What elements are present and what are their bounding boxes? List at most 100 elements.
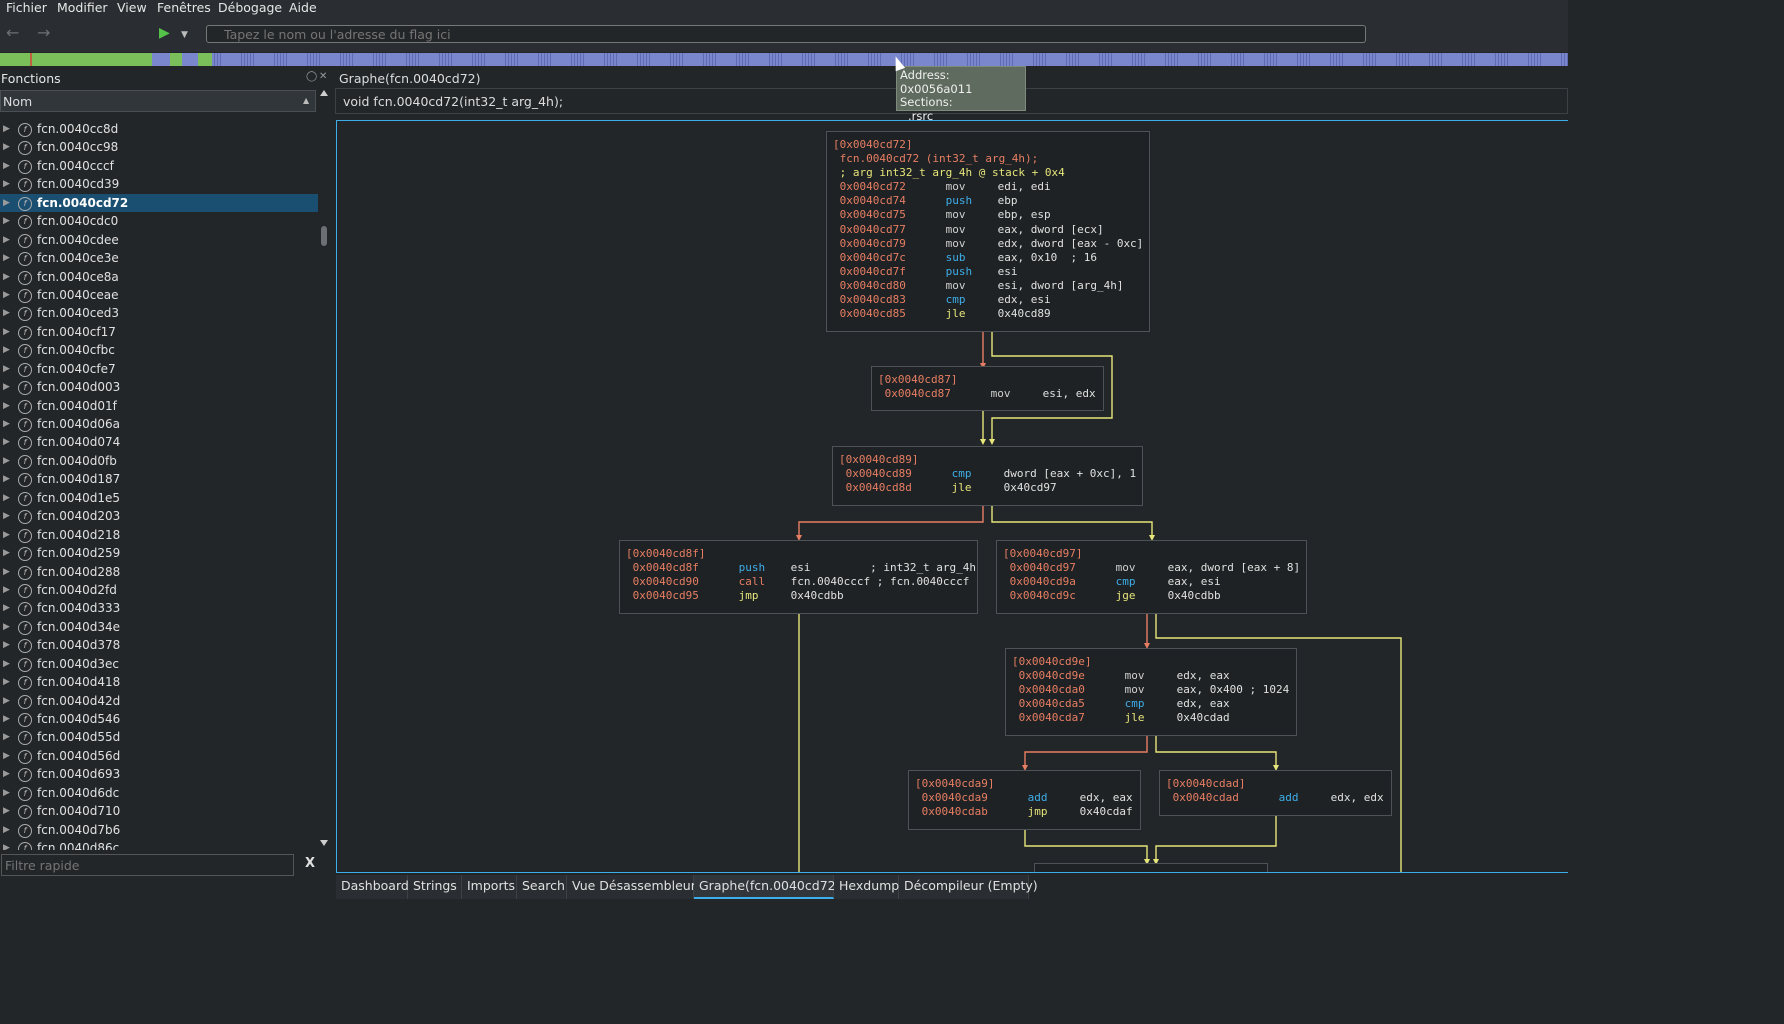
expand-arrow-icon[interactable]: ▶: [3, 175, 10, 193]
instr-operands[interactable]: eax, 0x10 ; 16: [998, 251, 1097, 264]
expand-arrow-icon[interactable]: ▶: [3, 765, 10, 783]
expand-arrow-icon[interactable]: ▶: [3, 563, 10, 581]
instr-mnemonic[interactable]: cmp: [1116, 575, 1168, 589]
instr-mnemonic[interactable]: jle: [946, 307, 998, 321]
instr-address[interactable]: 0x0040cd8f: [633, 561, 699, 574]
expand-arrow-icon[interactable]: ▶: [3, 286, 10, 304]
function-list-item[interactable]: ▶ f fcn.0040d693: [0, 765, 318, 783]
instr-address[interactable]: 0x0040cda7: [1019, 711, 1085, 724]
function-list-item[interactable]: ▶ f fcn.0040cfe7: [0, 360, 318, 378]
instr-address[interactable]: 0x0040cd87: [885, 387, 951, 400]
instr-address[interactable]: 0x0040cd72: [840, 180, 906, 193]
instr-operands[interactable]: edx, dword [eax - 0xc]: [998, 237, 1144, 250]
instr-address[interactable]: 0x0040cd9e: [1019, 669, 1085, 682]
function-list-item[interactable]: ▶ f fcn.0040cdc0: [0, 212, 318, 230]
function-list-item[interactable]: ▶ f fcn.0040d218: [0, 526, 318, 544]
expand-arrow-icon[interactable]: ▶: [3, 231, 10, 249]
function-list-item[interactable]: ▶ f fcn.0040cdee: [0, 231, 318, 249]
function-list-item[interactable]: ▶ f fcn.0040cd72: [0, 193, 318, 213]
menu-edit[interactable]: Modifier: [57, 0, 108, 15]
instr-operands[interactable]: edi, edi: [998, 180, 1051, 193]
menu-help[interactable]: Aide: [289, 0, 317, 15]
function-list-item[interactable]: ▶ f fcn.0040d203: [0, 507, 318, 525]
forward-icon[interactable]: →: [37, 23, 50, 43]
instr-address[interactable]: 0x0040cd7c: [840, 251, 906, 264]
function-list-item[interactable]: ▶ f fcn.0040cc98: [0, 138, 318, 156]
quick-filter-input[interactable]: [1, 854, 294, 876]
expand-arrow-icon[interactable]: ▶: [3, 673, 10, 691]
function-list-item[interactable]: ▶ f fcn.0040d378: [0, 636, 318, 654]
function-list-item[interactable]: ▶ f fcn.0040d187: [0, 470, 318, 488]
graph-block[interactable]: [0x0040cdad] 0x0040cdad add edx, edx: [1159, 770, 1392, 816]
graph-block[interactable]: [0x0040cd89] 0x0040cd89 cmp dword [eax + …: [832, 446, 1143, 506]
expand-arrow-icon[interactable]: ▶: [3, 194, 10, 212]
function-list-item[interactable]: ▶ f fcn.0040d6dc: [0, 784, 318, 802]
expand-arrow-icon[interactable]: ▶: [3, 784, 10, 802]
instr-mnemonic[interactable]: mov: [946, 180, 998, 194]
expand-arrow-icon[interactable]: ▶: [3, 581, 10, 599]
function-list-item[interactable]: ▶ f fcn.0040d7b6: [0, 821, 318, 839]
instr-operands[interactable]: edx, eax: [1080, 791, 1133, 804]
instr-address[interactable]: 0x0040cd83: [840, 293, 906, 306]
expand-arrow-icon[interactable]: ▶: [3, 433, 10, 451]
instr-address[interactable]: 0x0040cd95: [633, 589, 699, 602]
tab-hexdump[interactable]: Hexdump: [834, 875, 899, 899]
function-list-item[interactable]: ▶ f fcn.0040cc8d: [0, 120, 318, 138]
instr-operands[interactable]: eax, dword [ecx]: [998, 223, 1104, 236]
expand-arrow-icon[interactable]: ▶: [3, 507, 10, 525]
instr-operands[interactable]: 0x40cdaf: [1080, 805, 1133, 818]
function-list-item[interactable]: ▶ f fcn.0040d259: [0, 544, 318, 562]
close-icon[interactable]: ✕: [319, 71, 327, 82]
instr-address[interactable]: 0x0040cd85: [840, 307, 906, 320]
instr-operands[interactable]: edx, eax: [1177, 669, 1230, 682]
instr-operands[interactable]: edx, eax: [1177, 697, 1230, 710]
instr-operands[interactable]: ebp: [998, 194, 1018, 207]
instr-operands[interactable]: edx, esi: [998, 293, 1051, 306]
instr-mnemonic[interactable]: cmp: [952, 467, 1004, 481]
expand-arrow-icon[interactable]: ▶: [3, 692, 10, 710]
function-list-item[interactable]: ▶ f fcn.0040ce8a: [0, 268, 318, 286]
instr-address[interactable]: 0x0040cd90: [633, 575, 699, 588]
graph-block[interactable]: [0x0040cd97] 0x0040cd97 mov eax, dword [e…: [996, 540, 1307, 614]
function-list-item[interactable]: ▶ f fcn.0040d546: [0, 710, 318, 728]
menu-view[interactable]: View: [117, 0, 147, 15]
function-list-item[interactable]: ▶ f fcn.0040d074: [0, 433, 318, 451]
instr-operands[interactable]: edx, edx: [1331, 791, 1384, 804]
instr-operands[interactable]: esi, dword [arg_4h]: [998, 279, 1124, 292]
function-list-item[interactable]: ▶ f fcn.0040cd39: [0, 175, 318, 193]
instr-mnemonic[interactable]: cmp: [1125, 697, 1177, 711]
function-list-item[interactable]: ▶ f fcn.0040ce3e: [0, 249, 318, 267]
instr-address[interactable]: 0x0040cd97: [1010, 561, 1076, 574]
instr-operands[interactable]: 0x40cdad: [1177, 711, 1230, 724]
instr-address[interactable]: 0x0040cda0: [1019, 683, 1085, 696]
instr-operands[interactable]: esi: [998, 265, 1018, 278]
function-list-item[interactable]: ▶ f fcn.0040d34e: [0, 618, 318, 636]
instr-operands[interactable]: eax, esi: [1168, 575, 1221, 588]
instr-mnemonic[interactable]: push: [739, 561, 791, 575]
expand-arrow-icon[interactable]: ▶: [3, 489, 10, 507]
tab-imports[interactable]: Imports: [462, 875, 517, 899]
instr-mnemonic[interactable]: add: [1028, 791, 1080, 805]
expand-arrow-icon[interactable]: ▶: [3, 378, 10, 396]
instr-mnemonic[interactable]: mov: [946, 279, 998, 293]
instr-address[interactable]: 0x0040cd9a: [1010, 575, 1076, 588]
expand-arrow-icon[interactable]: ▶: [3, 360, 10, 378]
function-list-item[interactable]: ▶ f fcn.0040d86c: [0, 839, 318, 850]
expand-arrow-icon[interactable]: ▶: [3, 636, 10, 654]
instr-mnemonic[interactable]: mov: [991, 387, 1043, 401]
function-list-item[interactable]: ▶ f fcn.0040d418: [0, 673, 318, 691]
flag-search-input[interactable]: [206, 25, 1366, 43]
instr-operands[interactable]: dword [eax + 0xc], 1: [1004, 467, 1136, 480]
instr-operands[interactable]: eax, 0x400 ; 1024: [1177, 683, 1290, 696]
instr-operands[interactable]: esi, edx: [1043, 387, 1096, 400]
function-list-item[interactable]: ▶ f fcn.0040d3ec: [0, 655, 318, 673]
expand-arrow-icon[interactable]: ▶: [3, 802, 10, 820]
menu-debug[interactable]: Débogage: [218, 0, 282, 15]
instr-mnemonic[interactable]: mov: [946, 223, 998, 237]
expand-arrow-icon[interactable]: ▶: [3, 839, 10, 850]
instr-mnemonic[interactable]: jge: [1116, 589, 1168, 603]
function-list-item[interactable]: ▶ f fcn.0040ced3: [0, 304, 318, 322]
expand-arrow-icon[interactable]: ▶: [3, 268, 10, 286]
instr-mnemonic[interactable]: mov: [946, 237, 998, 251]
expand-arrow-icon[interactable]: ▶: [3, 747, 10, 765]
